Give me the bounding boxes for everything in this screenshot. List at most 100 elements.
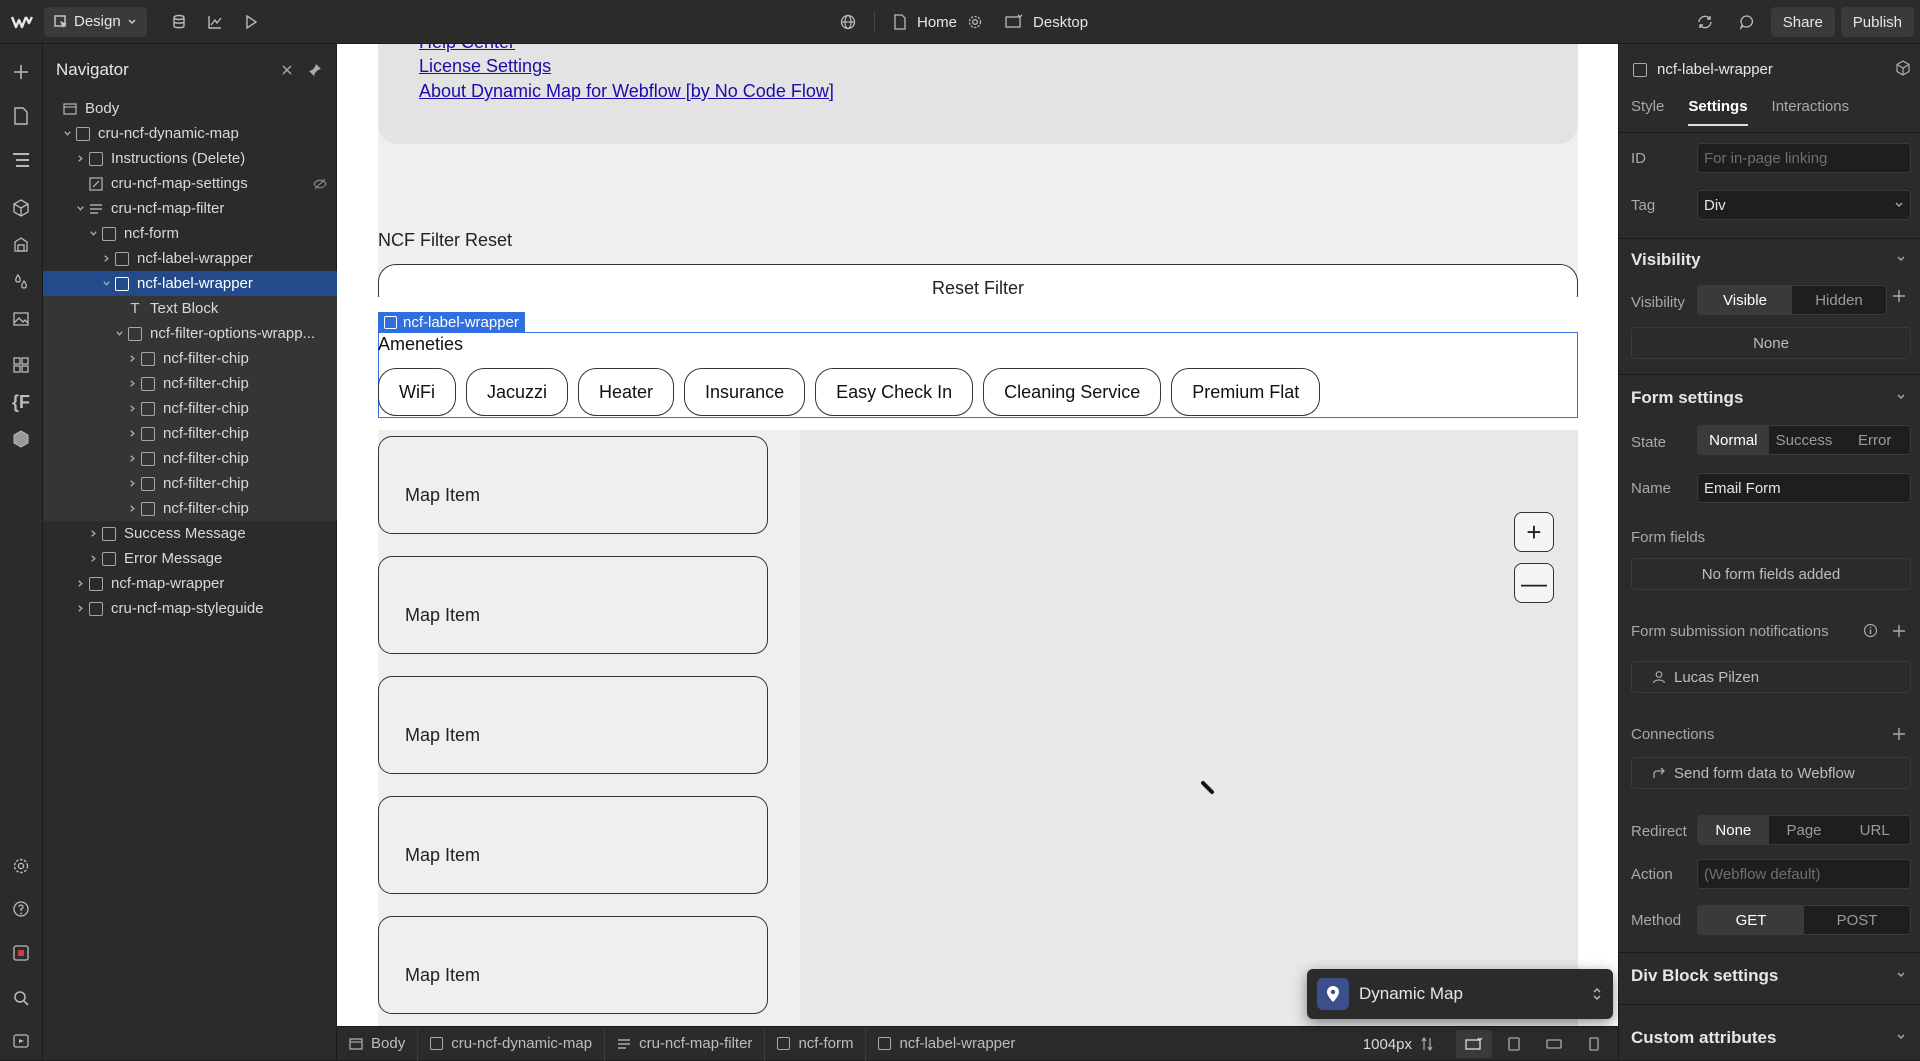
chevron-right-icon[interactable] (125, 354, 139, 363)
chevron-right-icon[interactable] (125, 504, 139, 513)
preview-play-icon[interactable] (233, 7, 269, 37)
navigator-item[interactable]: ncf-filter-chip (43, 346, 337, 371)
chevron-right-icon[interactable] (86, 529, 100, 538)
apps-grid-icon[interactable] (7, 351, 35, 379)
chevron-right-icon[interactable] (73, 579, 87, 588)
pages-icon[interactable] (7, 102, 35, 130)
chevron-down-icon[interactable] (60, 129, 74, 138)
visibility-conditions-box[interactable]: None (1631, 327, 1911, 359)
add-panel-plus-icon[interactable] (7, 58, 35, 86)
map-item-card[interactable]: Map Item (378, 676, 768, 774)
navigator-item[interactable]: ncf-filter-chip (43, 371, 337, 396)
style-selectors-icon[interactable] (7, 231, 35, 259)
form-settings-heading[interactable]: Form settings (1631, 388, 1743, 408)
cms-icon[interactable] (161, 7, 197, 37)
breakpoint-selector[interactable]: Desktop (1033, 14, 1088, 31)
navigator-item[interactable]: cru-ncf-dynamic-map (43, 121, 337, 146)
chevron-right-icon[interactable] (125, 454, 139, 463)
pin-icon[interactable] (308, 63, 322, 77)
navigator-item[interactable]: cru-ncf-map-filter (43, 196, 337, 221)
breadcrumb-map-filter[interactable]: cru-ncf-map-filter (605, 1026, 766, 1061)
filter-chip[interactable]: Cleaning Service (983, 368, 1162, 416)
share-button[interactable]: Share (1770, 7, 1835, 37)
breadcrumb-body[interactable]: Body (337, 1026, 419, 1061)
filter-chip[interactable]: Heater (578, 368, 675, 416)
add-visibility-condition-plus-icon[interactable] (1892, 289, 1906, 303)
filter-chip[interactable]: Premium Flat (1171, 368, 1321, 416)
chevron-down-icon[interactable] (1896, 970, 1906, 980)
components-cube-icon[interactable] (7, 194, 35, 222)
tag-select[interactable]: Div (1697, 190, 1911, 220)
chevron-right-icon[interactable] (125, 479, 139, 488)
tablet-view-icon[interactable] (1496, 1030, 1532, 1058)
map-item-card[interactable]: Map Item (378, 556, 768, 654)
chevron-down-icon[interactable] (1896, 392, 1906, 402)
tab-style[interactable]: Style (1631, 98, 1664, 126)
form-name-input[interactable]: Email Form (1697, 473, 1911, 503)
chevron-down-icon[interactable] (99, 279, 113, 288)
dynamic-map-app-panel[interactable]: Dynamic Map (1307, 969, 1613, 1019)
info-icon[interactable] (1863, 623, 1878, 638)
visibility-visible-option[interactable]: Visible (1698, 286, 1792, 314)
page-settings-gear-icon[interactable] (967, 14, 983, 30)
redirect-url-option[interactable]: URL (1839, 816, 1910, 844)
redirect-page-option[interactable]: Page (1769, 816, 1840, 844)
notification-recipient[interactable]: Lucas Pilzen (1631, 661, 1911, 693)
state-success-option[interactable]: Success (1769, 426, 1840, 454)
publish-button[interactable]: Publish (1840, 7, 1914, 37)
navigator-item[interactable]: cru-ncf-map-styleguide (43, 596, 337, 621)
hidden-eye-icon[interactable] (313, 178, 327, 190)
navigator-item[interactable]: ncf-form (43, 221, 337, 246)
map-item-card[interactable]: Map Item (378, 436, 768, 534)
custom-attributes-heading[interactable]: Custom attributes (1631, 1028, 1776, 1048)
chevron-down-icon[interactable] (112, 329, 126, 338)
record-stop-icon[interactable] (7, 939, 35, 967)
sync-icon[interactable] (1687, 7, 1723, 37)
navigator-item[interactable]: Success Message (43, 521, 337, 546)
navigator-item[interactable]: ncf-filter-chip (43, 446, 337, 471)
collapse-arrows-icon[interactable] (280, 63, 294, 77)
filter-chip[interactable]: WiFi (378, 368, 456, 416)
navigator-item[interactable]: Body (43, 96, 337, 121)
chevron-right-icon[interactable] (125, 429, 139, 438)
chevron-down-icon[interactable] (1896, 1032, 1906, 1042)
add-notification-plus-icon[interactable] (1892, 624, 1906, 638)
chevron-right-icon[interactable] (73, 154, 87, 163)
chevron-right-icon[interactable] (125, 379, 139, 388)
navigator-item[interactable]: ncf-label-wrapper (43, 246, 337, 271)
comments-icon[interactable] (1729, 7, 1765, 37)
chevron-down-icon[interactable] (73, 204, 87, 213)
design-canvas[interactable]: Help Center License Settings About Dynam… (337, 44, 1618, 1026)
navigator-item[interactable]: ncf-map-wrapper (43, 571, 337, 596)
navigator-item[interactable]: ncf-filter-chip (43, 421, 337, 446)
component-cube-icon[interactable] (1895, 60, 1911, 76)
map-item-card[interactable]: Map Item (378, 916, 768, 1014)
filter-chip[interactable]: Insurance (684, 368, 806, 416)
breadcrumb-dynamic-map[interactable]: cru-ncf-dynamic-map (418, 1026, 606, 1061)
webflow-logo-icon[interactable] (0, 0, 44, 44)
map-zoom-out-button[interactable]: — (1514, 563, 1554, 603)
action-input[interactable]: (Webflow default) (1697, 859, 1911, 889)
filter-chip[interactable]: Easy Check In (815, 368, 974, 416)
help-center-link[interactable]: Help Center (419, 44, 515, 53)
map-zoom-in-button[interactable]: + (1514, 512, 1554, 552)
div-block-settings-heading[interactable]: Div Block settings (1631, 966, 1778, 986)
navigator-item[interactable]: ncf-label-wrapper (43, 271, 337, 296)
desktop-view-icon[interactable] (1456, 1030, 1492, 1058)
globe-icon[interactable] (840, 14, 856, 30)
breadcrumb-label-wrapper[interactable]: ncf-label-wrapper (866, 1027, 1027, 1061)
tab-settings[interactable]: Settings (1688, 98, 1748, 126)
navigator-item[interactable]: Error Message (43, 546, 337, 571)
tab-interactions[interactable]: Interactions (1772, 98, 1850, 126)
visibility-hidden-option[interactable]: Hidden (1792, 286, 1886, 314)
assets-image-icon[interactable] (7, 305, 35, 333)
resize-handle-icon[interactable] (1420, 1037, 1434, 1051)
help-question-icon[interactable] (7, 895, 35, 923)
redirect-none-option[interactable]: None (1698, 816, 1769, 844)
design-mode-button[interactable]: Design (44, 6, 147, 37)
chevron-right-icon[interactable] (86, 554, 100, 563)
state-normal-option[interactable]: Normal (1698, 426, 1769, 454)
chevron-down-icon[interactable] (86, 229, 100, 238)
state-error-option[interactable]: Error (1839, 426, 1910, 454)
about-dynamic-map-link[interactable]: About Dynamic Map for Webflow [by No Cod… (419, 81, 834, 102)
